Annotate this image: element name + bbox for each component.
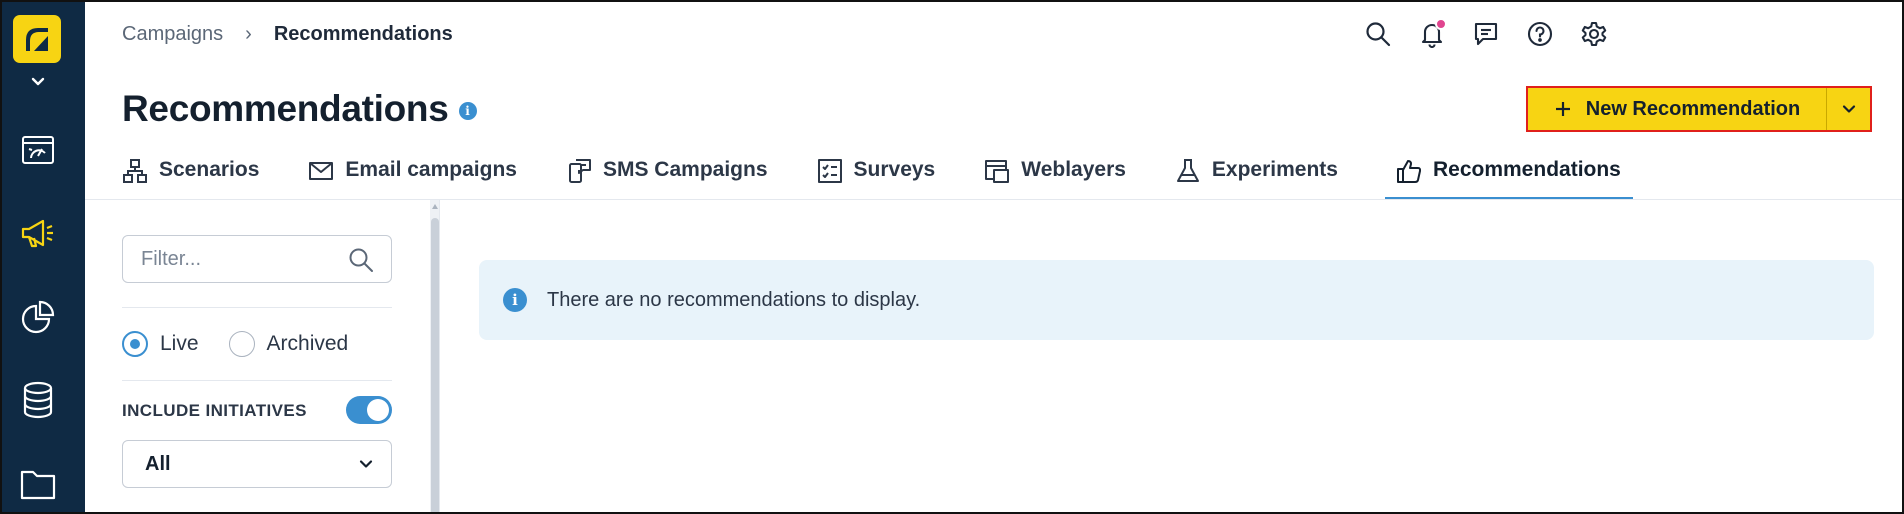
tab-surveys[interactable]: Surveys xyxy=(815,154,937,200)
tab-scenarios[interactable]: Scenarios xyxy=(120,154,260,200)
include-initiatives-label: INCLUDE INITIATIVES xyxy=(122,401,307,420)
flask-icon xyxy=(1174,157,1202,185)
analytics-pie-icon[interactable] xyxy=(18,297,58,337)
panel-scrollbar-thumb[interactable] xyxy=(431,218,439,512)
include-initiatives-toggle[interactable] xyxy=(346,396,392,424)
dashboard-icon[interactable] xyxy=(18,130,58,170)
chevron-down-icon xyxy=(359,460,373,468)
database-icon[interactable] xyxy=(18,380,58,420)
scroll-up-arrow-icon[interactable] xyxy=(432,204,438,209)
radio-live-label: Live xyxy=(160,332,199,355)
tab-email-campaigns[interactable]: Email campaigns xyxy=(306,154,518,200)
help-icon[interactable] xyxy=(1524,18,1556,50)
tab-experiments[interactable]: Experiments xyxy=(1173,154,1339,200)
weblayer-icon xyxy=(983,157,1011,185)
tab-recommendations[interactable]: Recommendations xyxy=(1384,154,1633,200)
megaphone-icon[interactable] xyxy=(18,214,58,254)
panel-divider xyxy=(439,200,440,512)
radio-archived[interactable]: Archived xyxy=(228,331,349,357)
filter-panel: Live Archived INCLUDE INITIATIVES All xyxy=(85,200,440,512)
radio-live-control[interactable] xyxy=(122,331,148,357)
settings-icon[interactable] xyxy=(1578,18,1610,50)
search-icon xyxy=(347,246,375,274)
new-recommendation-split-button: New Recommendation xyxy=(1526,86,1872,132)
chat-icon[interactable] xyxy=(1470,18,1502,50)
campaign-tabs: Scenarios Email campaigns SMS Campaigns … xyxy=(120,154,1679,200)
new-recommendation-label: New Recommendation xyxy=(1585,97,1801,120)
top-toolbar xyxy=(1362,18,1610,50)
email-icon xyxy=(307,157,335,185)
page-title: Recommendations xyxy=(122,88,449,129)
radio-archived-label: Archived xyxy=(266,332,349,355)
bell-icon[interactable] xyxy=(1416,18,1448,50)
initiative-select[interactable]: All xyxy=(122,440,392,488)
scenarios-icon xyxy=(121,157,149,185)
breadcrumb-campaigns-link[interactable]: Campaigns xyxy=(122,23,223,46)
survey-icon xyxy=(816,157,844,185)
tab-sms-campaigns[interactable]: SMS Campaigns xyxy=(564,154,769,200)
search-icon[interactable] xyxy=(1362,18,1394,50)
tab-label: Surveys xyxy=(853,158,936,181)
breadcrumb: Campaigns › Recommendations xyxy=(122,23,453,46)
workspace-switcher-chevron-icon[interactable] xyxy=(28,72,48,92)
app-window: Campaigns › Recommendations Recommendati… xyxy=(0,0,1904,514)
plus-icon xyxy=(1555,102,1570,116)
chevron-down-icon xyxy=(1842,105,1855,113)
tab-weblayers[interactable]: Weblayers xyxy=(982,154,1127,200)
radio-live[interactable]: Live xyxy=(122,331,199,357)
new-recommendation-button[interactable]: New Recommendation xyxy=(1528,88,1826,130)
tab-label: SMS Campaigns xyxy=(602,158,768,181)
new-recommendation-dropdown-button[interactable] xyxy=(1826,88,1870,130)
folder-icon[interactable] xyxy=(18,464,58,504)
radio-archived-control[interactable] xyxy=(228,331,255,357)
tab-label: Scenarios xyxy=(159,158,260,181)
divider xyxy=(122,307,392,308)
empty-state-notice: i There are no recommendations to displa… xyxy=(479,260,1874,340)
tab-label: Recommendations xyxy=(1432,158,1621,181)
info-icon: i xyxy=(503,288,527,312)
notification-badge xyxy=(1435,18,1447,30)
empty-state-message: There are no recommendations to display. xyxy=(547,288,921,311)
tab-label: Experiments xyxy=(1211,158,1338,181)
page-header: Recommendations i xyxy=(122,88,477,130)
app-logo[interactable] xyxy=(13,15,61,63)
info-icon[interactable]: i xyxy=(458,102,477,120)
tab-label: Email campaigns xyxy=(345,158,517,181)
thumbs-up-icon xyxy=(1395,157,1423,185)
breadcrumb-current: Recommendations xyxy=(273,23,453,45)
divider xyxy=(122,380,392,381)
tab-label: Weblayers xyxy=(1021,158,1126,181)
left-nav-rail xyxy=(2,2,85,512)
status-radio-group: Live Archived xyxy=(122,331,348,357)
initiative-select-value: All xyxy=(145,452,171,475)
breadcrumb-separator: › xyxy=(245,23,252,45)
sms-icon xyxy=(565,157,593,185)
logo-mark-icon xyxy=(26,28,48,51)
